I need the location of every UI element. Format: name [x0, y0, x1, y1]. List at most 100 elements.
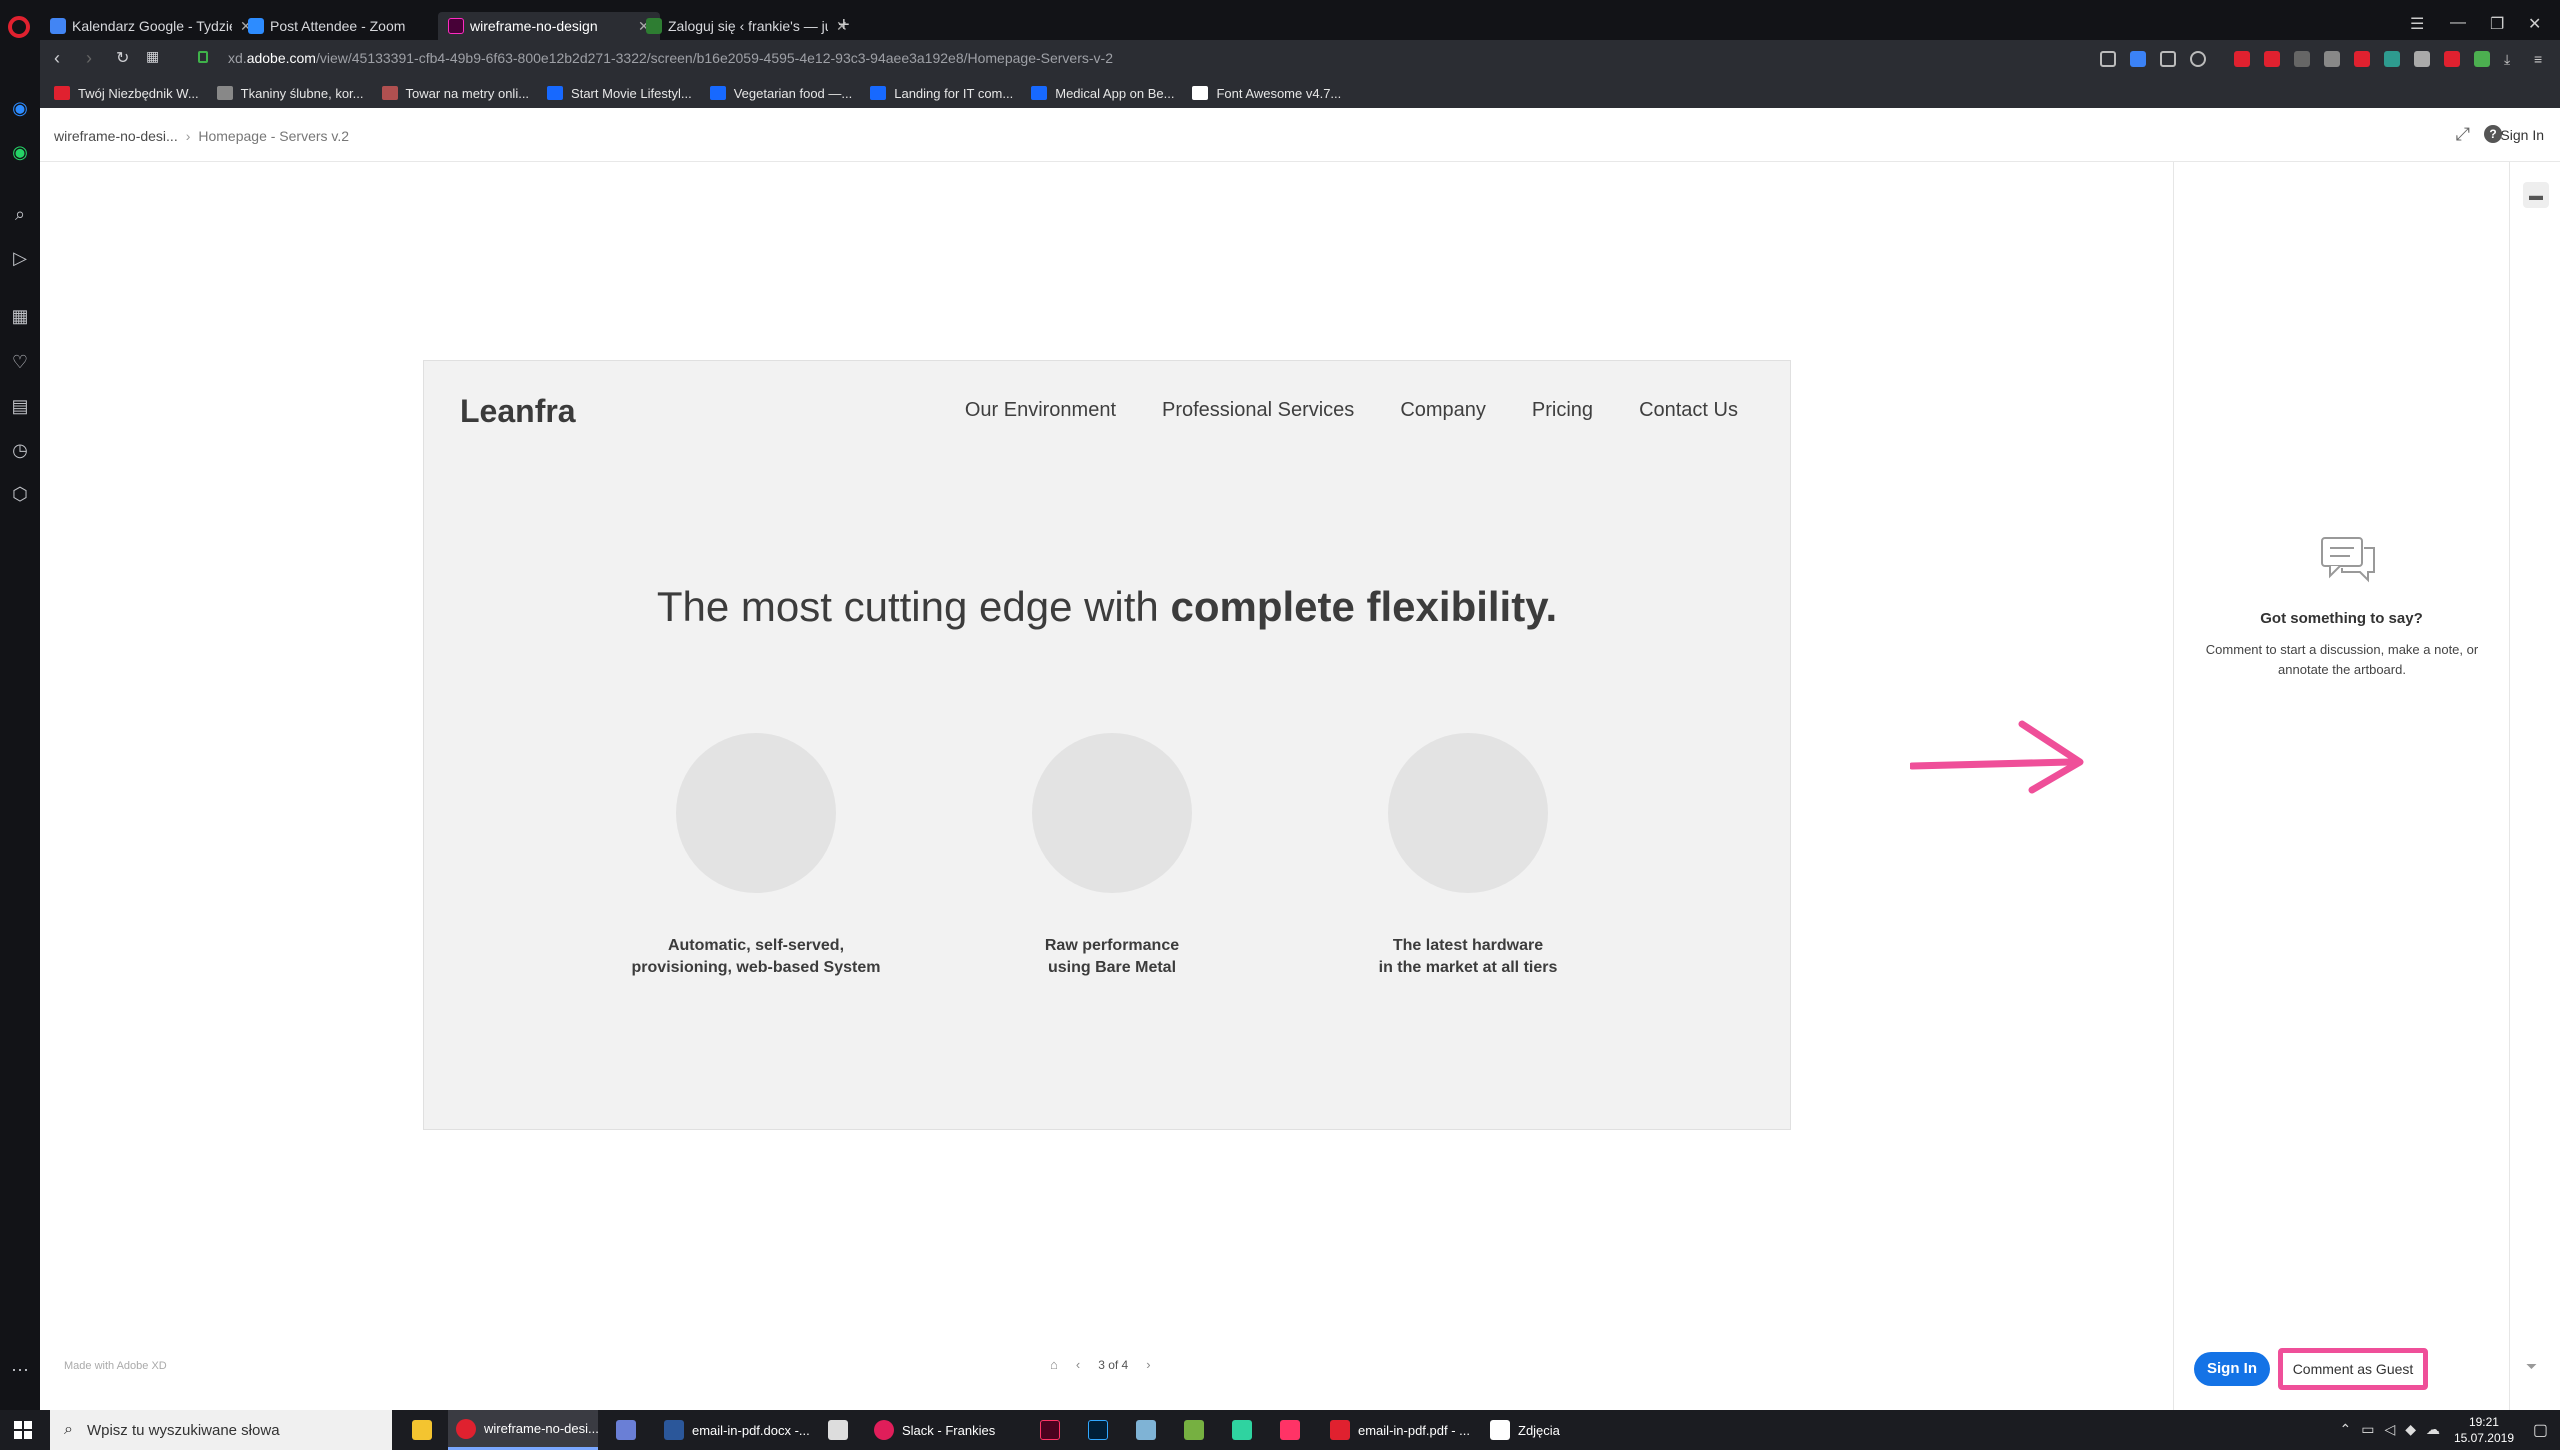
- home-icon[interactable]: ⌂: [1050, 1357, 1058, 1372]
- taskbar-app[interactable]: [1272, 1410, 1316, 1450]
- cloud-icon[interactable]: ☁: [2426, 1421, 2440, 1438]
- network-icon[interactable]: ▭: [2361, 1421, 2374, 1438]
- bookmark-item[interactable]: Start Movie Lifestyl...: [547, 86, 692, 101]
- extension-icon[interactable]: [2354, 51, 2370, 67]
- volume-icon[interactable]: ◁: [2384, 1421, 2395, 1438]
- nav-our-environment[interactable]: Our Environment: [965, 399, 1116, 422]
- comment-icon[interactable]: ▬: [2523, 182, 2549, 208]
- header-sign-in-link[interactable]: Sign In: [2500, 127, 2544, 143]
- tab-zoom[interactable]: Post Attendee - Zoom ✕: [238, 12, 460, 40]
- url-prefix: xd.: [228, 50, 247, 66]
- search-icon[interactable]: ⌕: [10, 204, 30, 224]
- extension-icon[interactable]: [2414, 51, 2430, 67]
- made-with-adobe-xd[interactable]: Made with Adobe XD: [64, 1360, 167, 1372]
- taskbar-app[interactable]: [1128, 1410, 1172, 1450]
- bookmark-item[interactable]: Landing for IT com...: [870, 86, 1013, 101]
- extension-icon[interactable]: [2384, 51, 2400, 67]
- filter-icon[interactable]: ⏷: [2526, 1358, 2537, 1375]
- heart-icon[interactable]: [2190, 51, 2206, 67]
- news-icon[interactable]: ▤: [10, 396, 30, 416]
- bookmark-item[interactable]: Tkaniny ślubne, kor...: [216, 86, 364, 101]
- bookmarks-bar: Twój Niezbędnik W... Tkaniny ślubne, kor…: [40, 78, 2560, 108]
- bookmark-item[interactable]: Towar na metry onli...: [381, 86, 529, 101]
- comments-sign-in-button[interactable]: Sign In: [2194, 1352, 2270, 1386]
- whatsapp-icon[interactable]: ◉: [10, 142, 30, 162]
- feature-caption-line: using Bare Metal: [1047, 959, 1177, 976]
- breadcrumb-root[interactable]: wireframe-no-desi...: [54, 128, 178, 144]
- minimize-icon[interactable]: —: [2450, 14, 2466, 32]
- extension-icon[interactable]: [2294, 51, 2310, 67]
- taskbar-app[interactable]: [1224, 1410, 1268, 1450]
- tab-wireframe[interactable]: wireframe-no-design ✕: [438, 12, 660, 40]
- close-window-icon[interactable]: ✕: [2528, 14, 2541, 34]
- adblock-icon[interactable]: [2264, 51, 2280, 67]
- taskbar-opera[interactable]: wireframe-no-desi...: [448, 1410, 599, 1450]
- snapshot-icon[interactable]: [2100, 51, 2116, 67]
- url-path: /view/45133391-cfb4-49b9-6f63-800e12b2d2…: [315, 50, 1113, 66]
- reload-icon[interactable]: ↻: [116, 48, 129, 68]
- bookmark-item[interactable]: Vegetarian food —...: [709, 86, 852, 101]
- shield-icon[interactable]: [2130, 51, 2146, 67]
- extension-icon[interactable]: [2444, 51, 2460, 67]
- taskbar-pdf[interactable]: email-in-pdf.pdf - ...: [1322, 1410, 1472, 1450]
- speed-dial-icon[interactable]: ▦: [146, 48, 159, 65]
- taskbar-slack[interactable]: Slack - Frankies: [866, 1410, 1016, 1450]
- taskbar-app[interactable]: [608, 1410, 652, 1450]
- extension-icon[interactable]: [2324, 51, 2340, 67]
- clock-date: 15.07.2019: [2453, 1431, 2514, 1445]
- help-icon[interactable]: ?: [2484, 125, 2502, 143]
- nav-pricing[interactable]: Pricing: [1532, 399, 1593, 422]
- chevron-up-icon[interactable]: ⌃: [2339, 1421, 2351, 1438]
- feature-caption: Raw performance using Bare Metal: [962, 935, 1262, 979]
- extension-icon[interactable]: [2474, 51, 2490, 67]
- history-icon[interactable]: ◷: [10, 440, 30, 460]
- next-artboard-icon[interactable]: ›: [1146, 1357, 1150, 1372]
- forward-icon[interactable]: ›: [86, 48, 92, 69]
- bookmark-item[interactable]: Twój Niezbędnik W...: [54, 86, 199, 101]
- taskbar-photos[interactable]: Zdjęcia: [1482, 1410, 1568, 1450]
- speed-dial-icon[interactable]: ▦: [10, 306, 30, 326]
- taskbar-word[interactable]: email-in-pdf.docx -...: [656, 1410, 810, 1450]
- send-icon[interactable]: [2160, 51, 2176, 67]
- comment-as-guest-button[interactable]: Comment as Guest: [2278, 1348, 2428, 1390]
- xd-header: wireframe-no-desi... › Homepage - Servers …: [40, 108, 2560, 162]
- nav-professional-services[interactable]: Professional Services: [1162, 399, 1354, 422]
- restore-icon[interactable]: ❐: [2490, 14, 2504, 34]
- more-icon[interactable]: ⋯: [10, 1360, 30, 1380]
- taskbar-file-explorer[interactable]: [404, 1410, 448, 1450]
- heart-icon[interactable]: ♡: [10, 352, 30, 372]
- word-icon: [664, 1420, 684, 1440]
- tab-menu-icon[interactable]: ☰: [2410, 14, 2424, 34]
- taskbar-clock[interactable]: 19:21 15.07.2019: [2454, 1414, 2514, 1446]
- url-field[interactable]: xd.adobe.com/view/45133391-cfb4-49b9-6f6…: [228, 50, 1113, 66]
- prev-artboard-icon[interactable]: ‹: [1076, 1357, 1080, 1372]
- send-icon[interactable]: ▷: [10, 248, 30, 268]
- opera-menu-icon[interactable]: [8, 16, 30, 38]
- taskbar-search[interactable]: ⌕ Wpisz tu wyszukiwane słowa: [50, 1410, 392, 1450]
- screen: Kalendarz Google - Tydzień ✕ Post Attend…: [0, 0, 2560, 1450]
- taskbar-item-label: Zdjęcia: [1518, 1422, 1560, 1438]
- tab-google-calendar[interactable]: Kalendarz Google - Tydzień ✕: [40, 12, 262, 40]
- taskbar-app[interactable]: [1176, 1410, 1220, 1450]
- nav-company[interactable]: Company: [1400, 399, 1486, 422]
- back-icon[interactable]: ‹: [54, 48, 60, 69]
- bookmark-item[interactable]: Medical App on Be...: [1031, 86, 1174, 101]
- taskbar-photoshop[interactable]: [1080, 1410, 1124, 1450]
- folder-icon: [412, 1420, 432, 1440]
- notifications-icon[interactable]: ▢: [2533, 1420, 2548, 1440]
- fullscreen-icon[interactable]: ⤢: [2456, 124, 2470, 145]
- download-icon[interactable]: ⤓: [2504, 51, 2520, 67]
- easy-setup-icon[interactable]: ≡: [2534, 51, 2550, 67]
- new-tab-icon[interactable]: +: [838, 14, 850, 37]
- grammarly-icon[interactable]: [2234, 51, 2250, 67]
- taskbar-indesign[interactable]: [1032, 1410, 1076, 1450]
- messenger-icon[interactable]: ◉: [10, 98, 30, 118]
- artboard[interactable]: Leanfra Our Environment Professional Ser…: [423, 360, 1791, 1130]
- extensions-icon[interactable]: ⬡: [10, 484, 30, 504]
- tab-wordpress-login[interactable]: Zaloguj się ‹ frankie's — ju ✕: [636, 12, 858, 40]
- bookmark-item[interactable]: Font Awesome v4.7...: [1192, 86, 1341, 101]
- taskbar-calculator[interactable]: [820, 1410, 864, 1450]
- nav-contact-us[interactable]: Contact Us: [1639, 399, 1738, 422]
- windows-start-icon[interactable]: [14, 1421, 32, 1439]
- dropbox-icon[interactable]: ◆: [2405, 1421, 2416, 1438]
